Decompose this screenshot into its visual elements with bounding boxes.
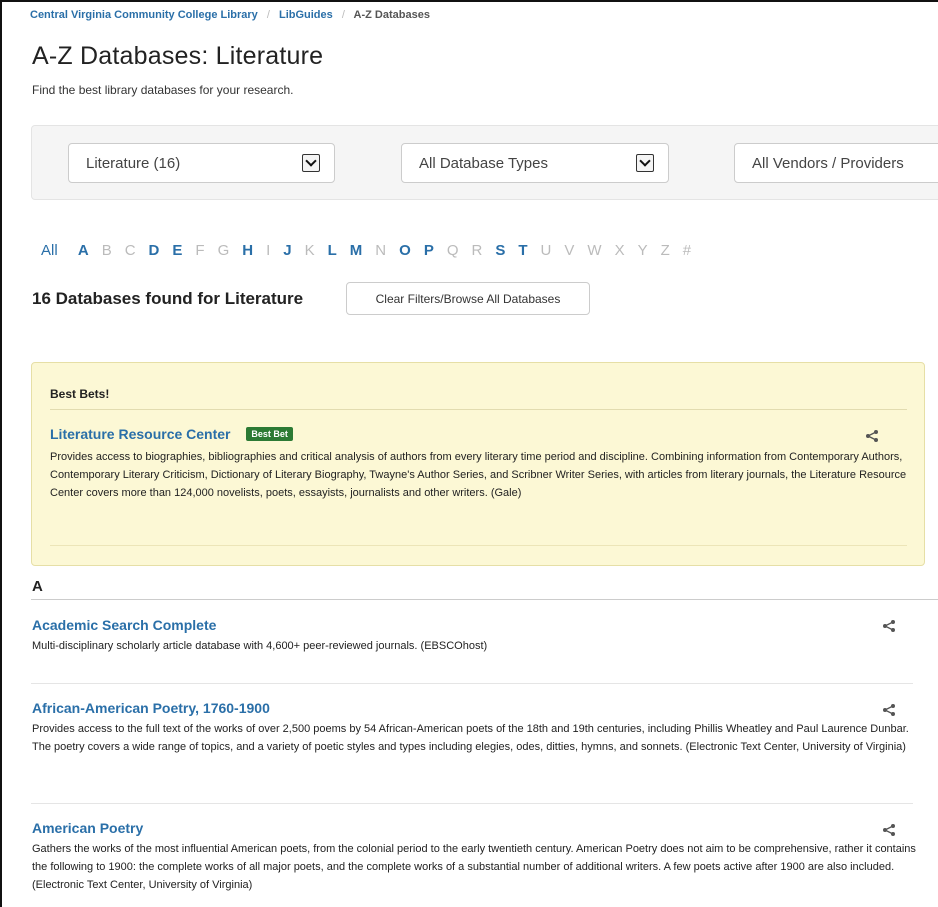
az-letter-o[interactable]: O [399, 242, 411, 259]
az-letter-w: W [587, 242, 602, 259]
subject-select[interactable]: Literature (16) [68, 143, 335, 183]
breadcrumb-link-library[interactable]: Central Virginia Community College Libra… [30, 9, 258, 21]
az-letter-i: I [266, 242, 271, 259]
az-letter-d[interactable]: D [149, 242, 160, 259]
az-letter-h[interactable]: H [242, 242, 253, 259]
best-bet-badge: Best Bet [246, 427, 293, 441]
database-title-link[interactable]: Academic Search Complete [32, 617, 917, 633]
database-title-link[interactable]: American Poetry [32, 820, 917, 836]
letter-group-heading: A [32, 578, 43, 595]
divider [31, 803, 913, 804]
breadcrumb-separator: / [266, 9, 270, 21]
best-bets-panel: Best Bets! Literature Resource Center Be… [31, 362, 925, 566]
az-letter-j[interactable]: J [283, 242, 291, 259]
type-select[interactable]: All Database Types [401, 143, 669, 183]
az-letter-e[interactable]: E [172, 242, 182, 259]
database-title-link[interactable]: African-American Poetry, 1760-1900 [32, 700, 917, 716]
best-bet-description: Provides access to biographies, bibliogr… [50, 451, 907, 499]
divider [31, 683, 913, 684]
az-letter-s[interactable]: S [495, 242, 505, 259]
az-letter-p[interactable]: P [424, 242, 434, 259]
az-letter-num: # [682, 242, 692, 259]
az-letter-b: B [101, 242, 112, 259]
az-letter-n: N [375, 242, 387, 259]
az-letter-nav: All A B C D E F G H I J K L M N O P Q R S T U V W X Y Z # [41, 242, 704, 259]
az-letter-l[interactable]: L [328, 242, 337, 259]
az-all-link[interactable]: All [41, 242, 58, 259]
type-select-value: All Database Types [419, 155, 548, 172]
az-letter-u: U [540, 242, 552, 259]
az-letter-c: C [124, 242, 136, 259]
breadcrumb: Central Virginia Community College Libra… [30, 9, 430, 21]
vendor-select-value: All Vendors / Providers [752, 155, 904, 172]
az-letter-x: X [614, 242, 625, 259]
database-entry: African-American Poetry, 1760-1900 Provi… [32, 700, 917, 756]
page-title: A-Z Databases: Literature [32, 42, 324, 70]
database-description: Provides access to the full text of the … [32, 723, 909, 753]
breadcrumb-link-libguides[interactable]: LibGuides [279, 9, 333, 21]
best-bet-title-link[interactable]: Literature Resource Center [50, 426, 231, 442]
az-letter-g: G [217, 242, 230, 259]
best-bets-heading: Best Bets! [50, 387, 907, 410]
database-description: Gathers the works of the most influentia… [32, 843, 916, 891]
best-bet-item: Literature Resource Center Best Bet [50, 426, 293, 442]
page-subtitle: Find the best library databases for your… [32, 83, 294, 97]
subject-select-value: Literature (16) [86, 155, 181, 172]
az-letter-k: K [304, 242, 315, 259]
database-entry: Academic Search Complete Multi-disciplin… [32, 617, 917, 655]
share-icon[interactable] [865, 430, 879, 442]
divider [31, 599, 938, 600]
breadcrumb-current: A-Z Databases [353, 9, 430, 21]
share-icon[interactable] [882, 704, 896, 716]
share-icon[interactable] [882, 620, 896, 632]
az-letter-t[interactable]: T [518, 242, 527, 259]
share-icon[interactable] [882, 824, 896, 836]
database-entry: American Poetry Gathers the works of the… [32, 820, 917, 894]
az-letter-m[interactable]: M [350, 242, 363, 259]
chevron-down-icon [636, 154, 654, 172]
database-description: Multi-disciplinary scholarly article dat… [32, 640, 488, 652]
results-count: 16 Databases found for Literature [32, 289, 304, 308]
az-letter-f: F [195, 242, 205, 259]
divider [50, 545, 907, 546]
vendor-select[interactable]: All Vendors / Providers [734, 143, 938, 183]
az-letter-y: Y [637, 242, 648, 259]
clear-filters-button[interactable]: Clear Filters/Browse All Databases [346, 282, 590, 315]
az-letter-r: R [471, 242, 483, 259]
breadcrumb-separator: / [341, 9, 345, 21]
az-letter-z: Z [660, 242, 670, 259]
filter-panel: Literature (16) All Database Types All V… [31, 125, 938, 200]
az-letter-v: V [564, 242, 575, 259]
az-letter-q: Q [446, 242, 459, 259]
az-letter-a[interactable]: A [78, 242, 89, 259]
chevron-down-icon [302, 154, 320, 172]
